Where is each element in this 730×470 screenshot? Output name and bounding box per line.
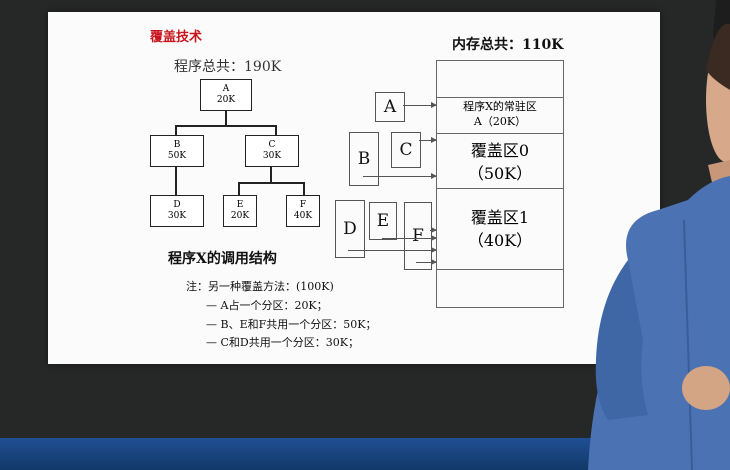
diagram-caption: 程序X的调用结构 bbox=[168, 251, 277, 267]
module-a: A bbox=[375, 92, 405, 122]
note-line: — B、E和F共用一个分区：50K； bbox=[206, 318, 377, 331]
tree-edge bbox=[175, 167, 177, 195]
overlay0-size: （50K） bbox=[467, 164, 533, 183]
tree-edge bbox=[270, 167, 272, 182]
memory-map: 程序X的常驻区 A（20K） 覆盖区0 （50K） 覆盖区1 （40K） bbox=[436, 60, 564, 308]
memory-divider bbox=[437, 188, 563, 189]
memory-divider bbox=[437, 97, 563, 98]
memory-divider bbox=[437, 269, 563, 270]
arrow bbox=[416, 259, 437, 265]
tree-node-f: F 40K bbox=[286, 195, 320, 227]
program-total: 程序总共：190K bbox=[174, 59, 282, 75]
overlay-area-0: 覆盖区0 （50K） bbox=[437, 139, 563, 185]
note-line: — A占一个分区：20K； bbox=[206, 299, 328, 312]
overlay1-label: 覆盖区1 bbox=[470, 208, 530, 227]
tree-edge bbox=[275, 125, 277, 135]
overlay0-label: 覆盖区0 bbox=[470, 141, 530, 160]
resident-area: 程序X的常驻区 A（20K） bbox=[437, 99, 563, 129]
node-a-name: A bbox=[222, 84, 230, 94]
arrow bbox=[348, 247, 437, 253]
arrow bbox=[363, 173, 437, 179]
tree-edge bbox=[175, 125, 275, 127]
tree-node-b: B 50K bbox=[150, 135, 204, 167]
resident-label: 程序X的常驻区 bbox=[463, 100, 537, 113]
module-c: C bbox=[391, 132, 421, 168]
slide-title: 覆盖技术 bbox=[150, 30, 203, 45]
tree-node-d: D 30K bbox=[150, 195, 204, 227]
node-c-name: C bbox=[268, 140, 276, 150]
note-line: 注：另一种覆盖方法：(100K) bbox=[186, 280, 334, 293]
tree-node-e: E 20K bbox=[223, 195, 257, 227]
tree-node-a: A 20K bbox=[200, 79, 252, 111]
module-f: F bbox=[404, 202, 432, 270]
node-b-size: 50K bbox=[167, 151, 187, 161]
memory-divider bbox=[437, 133, 563, 134]
tree-edge bbox=[238, 182, 304, 184]
node-d-size: 30K bbox=[167, 211, 187, 221]
tree-edge bbox=[225, 111, 227, 125]
node-c-size: 30K bbox=[262, 151, 282, 161]
tree-edge bbox=[303, 182, 305, 195]
node-e-name: E bbox=[236, 200, 244, 210]
resident-size: A（20K） bbox=[473, 115, 527, 128]
module-b: B bbox=[349, 132, 379, 186]
arrow bbox=[382, 235, 437, 241]
tree-edge bbox=[238, 182, 240, 195]
overlay-area-1: 覆盖区1 （40K） bbox=[437, 206, 563, 252]
node-a-size: 20K bbox=[216, 95, 236, 105]
arrow bbox=[430, 227, 437, 233]
arrow bbox=[403, 102, 437, 108]
note-line: — C和D共用一个分区：30K； bbox=[206, 336, 359, 349]
memory-total: 内存总共：110K bbox=[452, 37, 564, 53]
slide: 覆盖技术 程序总共：190K 内存总共：110K A 20K B 50K C 3… bbox=[48, 12, 660, 364]
tree-node-c: C 30K bbox=[245, 135, 299, 167]
arrow bbox=[419, 137, 437, 143]
node-b-name: B bbox=[173, 140, 181, 150]
module-e: E bbox=[369, 202, 397, 240]
tree-edge bbox=[175, 125, 177, 135]
node-f-size: 40K bbox=[293, 211, 313, 221]
presenter bbox=[588, 0, 730, 470]
overlay1-size: （40K） bbox=[467, 231, 533, 250]
node-e-size: 20K bbox=[230, 211, 250, 221]
node-f-name: F bbox=[299, 200, 307, 210]
node-d-name: D bbox=[173, 200, 181, 210]
